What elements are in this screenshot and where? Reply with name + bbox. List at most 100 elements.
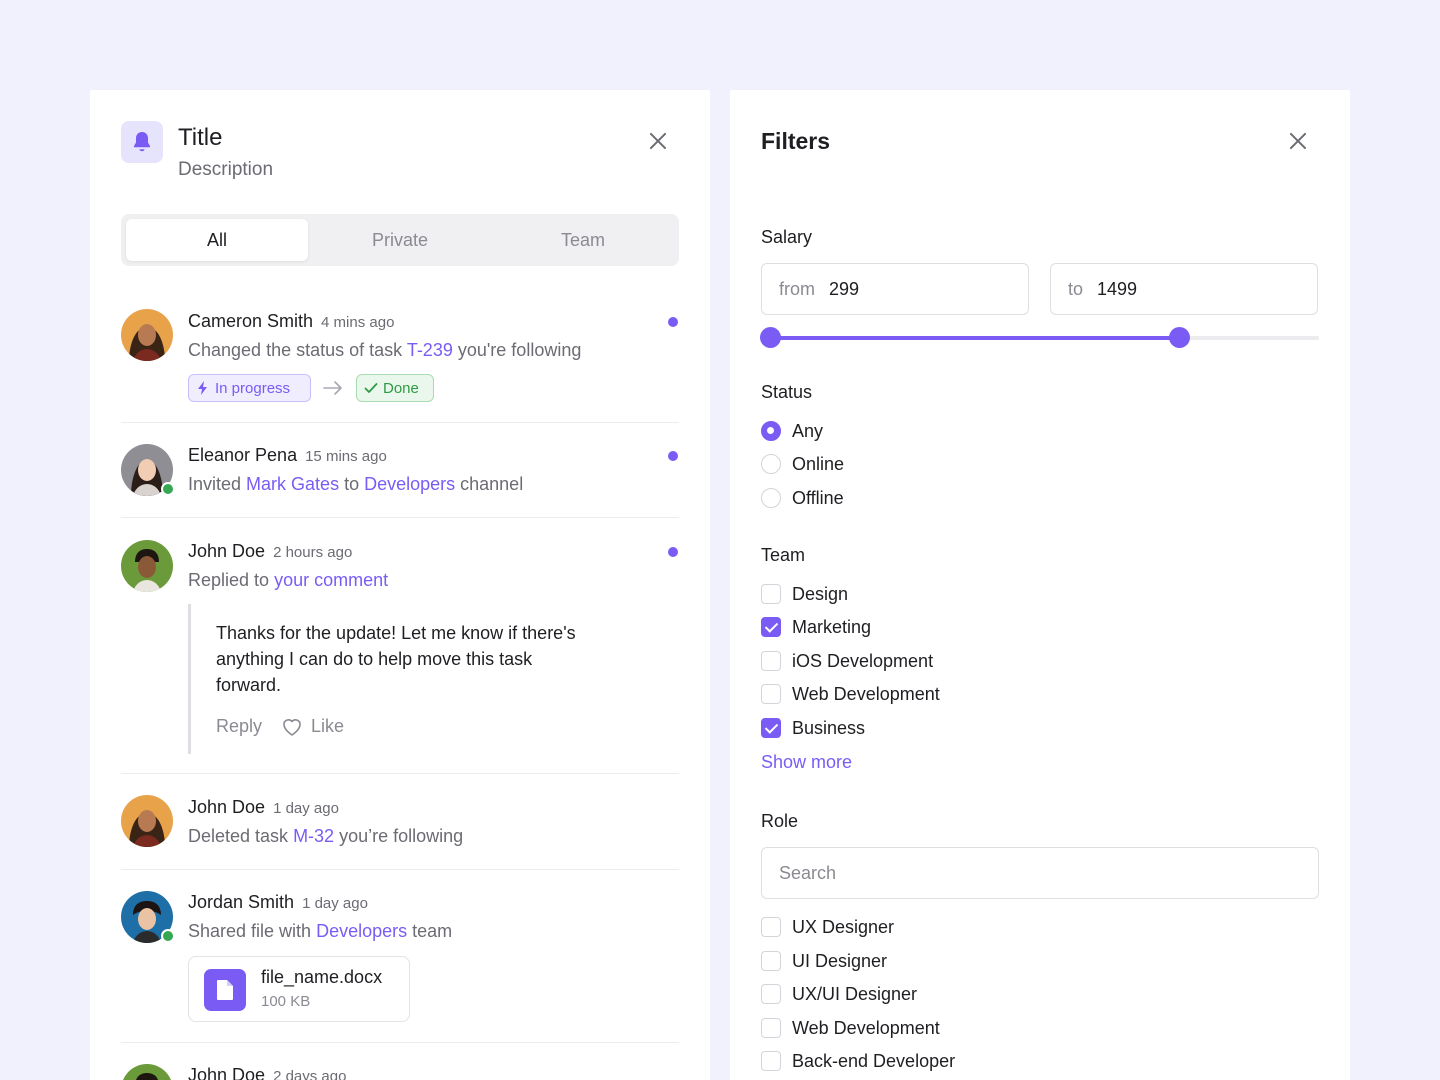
checkbox[interactable] (761, 951, 781, 971)
channel-link[interactable]: Developers (364, 474, 455, 494)
option-label: Business (792, 718, 865, 739)
author-name[interactable]: John Doe (188, 541, 265, 561)
team-option-ios-development[interactable]: iOS Development (761, 650, 933, 672)
comment-link[interactable]: your comment (274, 570, 388, 590)
avatar[interactable] (121, 540, 173, 592)
timestamp: 15 mins ago (305, 448, 387, 465)
notifications-panel: Title Description All Private Team Camer… (90, 90, 710, 1080)
role-option-back-end-developer[interactable]: Back-end Developer (761, 1050, 955, 1072)
close-icon[interactable] (646, 129, 670, 153)
author-name[interactable]: Cameron Smith (188, 311, 313, 331)
text-segment: you're following (453, 340, 582, 360)
role-option-web-development[interactable]: Web Development (761, 1017, 940, 1039)
role-option-ux-ui-designer[interactable]: UX/UI Designer (761, 983, 917, 1005)
text-segment: Changed the status of task (188, 340, 407, 360)
input-prefix: to (1068, 279, 1083, 300)
status-badge-done: Done (356, 374, 434, 402)
divider (121, 869, 679, 870)
radio-button[interactable] (761, 421, 781, 441)
salary-label: Salary (761, 227, 812, 248)
option-label: UX/UI Designer (792, 984, 917, 1005)
status-option-any[interactable]: Any (761, 420, 823, 442)
tab-all[interactable]: All (126, 219, 308, 261)
team-link[interactable]: Developers (316, 921, 407, 941)
avatar[interactable] (121, 891, 173, 943)
timestamp: 1 day ago (302, 895, 368, 912)
tab-private[interactable]: Private (309, 219, 491, 261)
text-segment: team (407, 921, 452, 941)
role-option-ui-designer[interactable]: UI Designer (761, 950, 887, 972)
text-segment: you’re following (334, 826, 463, 846)
radio-button[interactable] (761, 454, 781, 474)
text-segment: Replied to (188, 570, 274, 590)
checkbox[interactable] (761, 984, 781, 1004)
role-option-ux-designer[interactable]: UX Designer (761, 916, 894, 938)
team-option-web-development[interactable]: Web Development (761, 683, 940, 705)
salary-slider-max-handle[interactable] (1169, 327, 1190, 348)
input-value: 1499 (1097, 279, 1137, 300)
author-name[interactable]: Jordan Smith (188, 892, 294, 912)
bolt-icon (195, 380, 211, 396)
online-status-dot (161, 929, 175, 943)
avatar[interactable] (121, 795, 173, 847)
text-segment: channel (455, 474, 523, 494)
comment-quote: Thanks for the update! Let me know if th… (188, 604, 588, 754)
team-option-business[interactable]: Business (761, 717, 865, 739)
file-attachment[interactable]: file_name.docx 100 KB (188, 956, 410, 1022)
divider (121, 422, 679, 423)
author-name[interactable]: John Doe (188, 797, 265, 817)
filters-title: Filters (761, 128, 830, 155)
team-option-design[interactable]: Design (761, 583, 848, 605)
author-name[interactable]: John Doe (188, 1065, 265, 1080)
task-link[interactable]: T-239 (407, 340, 453, 360)
notification-text: Deleted task M-32 you’re following (188, 826, 463, 847)
quote-text: Thanks for the update! Let me know if th… (216, 620, 596, 698)
notification-text: Shared file with Developers team (188, 921, 452, 942)
avatar[interactable] (121, 1064, 173, 1080)
status-label: Status (761, 382, 812, 403)
unread-indicator (668, 547, 678, 557)
timestamp: 2 hours ago (273, 544, 352, 561)
checkbox[interactable] (761, 584, 781, 604)
checkbox[interactable] (761, 617, 781, 637)
status-option-offline[interactable]: Offline (761, 487, 844, 509)
like-button[interactable]: Like (281, 716, 344, 737)
tab-team[interactable]: Team (492, 219, 674, 261)
checkbox[interactable] (761, 651, 781, 671)
divider (121, 517, 679, 518)
option-label: UI Designer (792, 951, 887, 972)
salary-from-input[interactable]: from299 (761, 263, 1029, 315)
checkbox[interactable] (761, 684, 781, 704)
status-option-online[interactable]: Online (761, 453, 844, 475)
salary-slider-min-handle[interactable] (760, 327, 781, 348)
close-icon[interactable] (1286, 129, 1310, 153)
avatar[interactable] (121, 444, 173, 496)
salary-to-input[interactable]: to 1499 (1050, 263, 1318, 315)
team-option-marketing[interactable]: Marketing (761, 616, 871, 638)
option-label: Design (792, 584, 848, 605)
notification-text: Changed the status of task T-239 you're … (188, 340, 581, 361)
avatar[interactable] (121, 309, 173, 361)
checkbox[interactable] (761, 1051, 781, 1071)
panel-description: Description (178, 159, 273, 181)
user-link[interactable]: Mark Gates (246, 474, 339, 494)
timestamp: 2 days ago (273, 1068, 346, 1080)
unread-indicator (668, 317, 678, 327)
heart-icon (281, 717, 303, 737)
notification-text: Invited Mark Gates to Developers channel (188, 474, 523, 495)
timestamp: 4 mins ago (321, 314, 394, 331)
checkbox[interactable] (761, 718, 781, 738)
role-search-input[interactable] (761, 847, 1319, 899)
radio-button[interactable] (761, 488, 781, 508)
reply-button[interactable]: Reply (216, 716, 262, 737)
author-name[interactable]: Eleanor Pena (188, 445, 297, 465)
checkbox[interactable] (761, 1018, 781, 1038)
online-status-dot (161, 482, 175, 496)
option-label: Any (792, 421, 823, 442)
show-more-link[interactable]: Show more (761, 752, 852, 773)
input-value: 299 (829, 279, 859, 300)
role-label: Role (761, 811, 798, 832)
checkbox[interactable] (761, 917, 781, 937)
text-segment: Shared file with (188, 921, 316, 941)
task-link[interactable]: M-32 (293, 826, 334, 846)
